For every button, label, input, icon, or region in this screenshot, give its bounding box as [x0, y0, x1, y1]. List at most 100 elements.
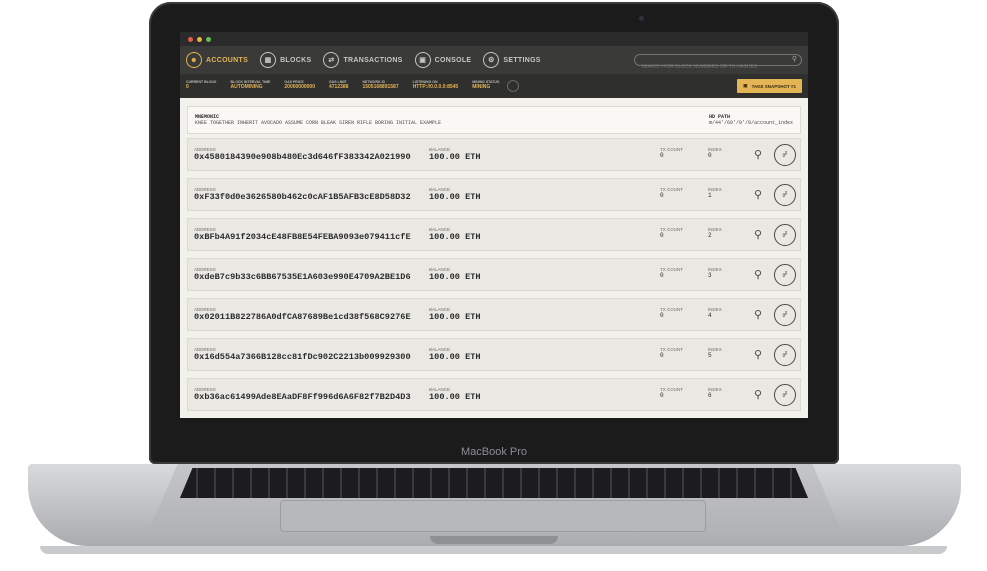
- search-box: ⚲: [634, 54, 802, 71]
- account-tx-count: 0: [660, 392, 664, 399]
- tx-count-column: TX COUNT 0: [660, 267, 683, 279]
- status-value: 1505168891587: [362, 84, 399, 91]
- account-balance: 100.00 ETH: [429, 232, 481, 242]
- minimize-window-icon[interactable]: [197, 36, 202, 42]
- balance-column: BALANCE 100.00 ETH: [429, 387, 481, 402]
- lock-icon[interactable]: ☍: [774, 384, 796, 406]
- lock-icon[interactable]: ☍: [774, 344, 796, 366]
- nav-console[interactable]: ▣ CONSOLE: [414, 52, 472, 68]
- lock-icon[interactable]: ☍: [774, 224, 796, 246]
- lock-icon[interactable]: ☍: [774, 144, 796, 166]
- close-window-icon[interactable]: [188, 36, 193, 42]
- key-icon[interactable]: ⚲: [754, 268, 762, 282]
- app-window: ☻ ACCOUNTS ▦ BLOCKS ⇄ TRANSACTIONS ▣ CON…: [180, 32, 808, 418]
- mnemonic-panel: MNEMONIC KNEE TOGETHER INHERIT AVOCADO A…: [187, 106, 801, 134]
- account-row: ADDRESS 0xb36ac61499Ade8EAaDF8Ff996d6A6F8…: [187, 378, 801, 411]
- account-balance: 100.00 ETH: [429, 192, 481, 202]
- take-snapshot-label: TAKE SNAPSHOT #1: [751, 83, 796, 89]
- account-index: 6: [708, 392, 712, 399]
- account-row: ADDRESS 0xF33f0d0e3626580b462c0cAF1B5AFB3…: [187, 178, 801, 211]
- account-row: ADDRESS 0x4580184390e908b480Ec3d646fF3833…: [187, 138, 801, 171]
- balance-column: BALANCE 100.00 ETH: [429, 307, 481, 322]
- status-value: 4712388: [329, 84, 349, 91]
- status-value: 0: [186, 84, 189, 91]
- index-column: INDEX 5: [708, 347, 722, 359]
- account-balance: 100.00 ETH: [429, 312, 481, 322]
- account-address: 0xb36ac61499Ade8EAaDF8Ff996d6A6F82f7B2D4…: [194, 392, 411, 402]
- title-bar: [180, 32, 808, 46]
- account-balance: 100.00 ETH: [429, 352, 481, 362]
- account-index: 4: [708, 312, 712, 319]
- status-value: AUTOMINING: [230, 84, 263, 91]
- account-tx-count: 0: [660, 352, 664, 359]
- key-icon[interactable]: ⚲: [754, 228, 762, 242]
- accounts-list: ADDRESS 0x4580184390e908b480Ec3d646fF3833…: [187, 138, 801, 411]
- keyboard: [180, 468, 808, 498]
- balance-column: BALANCE 100.00 ETH: [429, 267, 481, 282]
- index-column: INDEX 4: [708, 307, 722, 319]
- mnemonic-value: KNEE TOGETHER INHERIT AVOCADO ASSUME COR…: [195, 120, 442, 126]
- account-address: 0xBFb4A91f2034cE48FB8E54FEBA9093e079411c…: [194, 232, 411, 242]
- account-row: ADDRESS 0x02011B822786A0dfCA87689Be1cd38f…: [187, 298, 801, 331]
- index-column: INDEX 2: [708, 227, 722, 239]
- trackpad: [280, 500, 706, 532]
- address-column: ADDRESS 0xF33f0d0e3626580b462c0cAF1B5AFB3…: [194, 187, 411, 202]
- tx-count-column: TX COUNT 0: [660, 387, 683, 399]
- address-column: ADDRESS 0x4580184390e908b480Ec3d646fF3833…: [194, 147, 411, 162]
- account-address: 0xF33f0d0e3626580b462c0cAF1B5AFB3cE8D58D…: [194, 192, 411, 202]
- person-icon: ☻: [186, 52, 202, 68]
- balance-column: BALANCE 100.00 ETH: [429, 147, 481, 162]
- search-input[interactable]: [635, 63, 787, 71]
- take-snapshot-button[interactable]: ▣ TAKE SNAPSHOT #1: [737, 79, 802, 93]
- index-column: INDEX 6: [708, 387, 722, 399]
- lock-icon[interactable]: ☍: [774, 184, 796, 206]
- nav-console-label: CONSOLE: [434, 56, 472, 64]
- lock-icon[interactable]: ☍: [774, 264, 796, 286]
- account-address: 0xdeB7c9b33c6BB67535E1A603e990E4709A2BE1…: [194, 272, 411, 282]
- nav-settings-label: SETTINGS: [503, 56, 541, 64]
- nav-blocks[interactable]: ▦ BLOCKS: [260, 52, 311, 68]
- nav-transactions-label: TRANSACTIONS: [343, 56, 403, 64]
- tx-count-column: TX COUNT 0: [660, 187, 683, 199]
- key-icon[interactable]: ⚲: [754, 308, 762, 322]
- mining-spinner-icon: [507, 80, 520, 92]
- blocks-icon: ▦: [260, 52, 277, 68]
- key-icon[interactable]: ⚲: [754, 388, 762, 402]
- account-index: 5: [708, 352, 712, 359]
- nav-accounts[interactable]: ☻ ACCOUNTS: [186, 52, 248, 68]
- balance-column: BALANCE 100.00 ETH: [429, 187, 481, 202]
- camera-icon: ▣: [743, 83, 748, 88]
- laptop-shadow: [40, 546, 947, 554]
- maximize-window-icon[interactable]: [206, 36, 211, 42]
- account-balance: 100.00 ETH: [429, 272, 481, 282]
- tx-count-column: TX COUNT 0: [660, 227, 683, 239]
- key-icon[interactable]: ⚲: [754, 348, 762, 362]
- nav-settings[interactable]: ⚙ SETTINGS: [483, 52, 540, 68]
- key-icon[interactable]: ⚲: [754, 188, 762, 202]
- key-icon[interactable]: ⚲: [754, 148, 762, 162]
- nav-blocks-label: BLOCKS: [280, 56, 312, 64]
- tx-count-column: TX COUNT 0: [660, 347, 683, 359]
- status-mining: MINING STATUS MINING: [472, 80, 499, 90]
- lock-icon[interactable]: ☍: [774, 304, 796, 326]
- account-address: 0x02011B822786A0dfCA87689Be1cd38f568C927…: [194, 312, 411, 322]
- transactions-icon: ⇄: [323, 52, 340, 68]
- lid-notch: [430, 536, 558, 544]
- account-balance: 100.00 ETH: [429, 152, 481, 162]
- account-tx-count: 0: [660, 152, 664, 159]
- account-row: ADDRESS 0xBFb4A91f2034cE48FB8E54FEBA9093e…: [187, 218, 801, 251]
- account-address: 0x16d554a7366B128cc81fDc902C2213b0099293…: [194, 352, 411, 362]
- index-column: INDEX 0: [708, 147, 722, 159]
- status-listening-on: LISTENING ON HTTP://0.0.0.0:8545: [413, 80, 459, 90]
- account-tx-count: 0: [660, 232, 664, 239]
- tx-count-column: TX COUNT 0: [660, 147, 683, 159]
- address-column: ADDRESS 0xBFb4A91f2034cE48FB8E54FEBA9093e…: [194, 227, 411, 242]
- nav-transactions[interactable]: ⇄ TRANSACTIONS: [323, 52, 402, 68]
- status-network-id: NETWORK ID 1505168891587: [362, 80, 399, 91]
- top-nav: ☻ ACCOUNTS ▦ BLOCKS ⇄ TRANSACTIONS ▣ CON…: [180, 46, 808, 74]
- status-gas-limit: GAS LIMIT 4712388: [329, 80, 349, 91]
- status-bar: CURRENT BLOCK 0 BLOCK INTERVAL TIME AUTOMI…: [180, 74, 808, 98]
- search-icon[interactable]: ⚲: [792, 55, 797, 63]
- account-address: 0x4580184390e908b480Ec3d646fF383342A0219…: [194, 152, 411, 162]
- account-tx-count: 0: [660, 272, 664, 279]
